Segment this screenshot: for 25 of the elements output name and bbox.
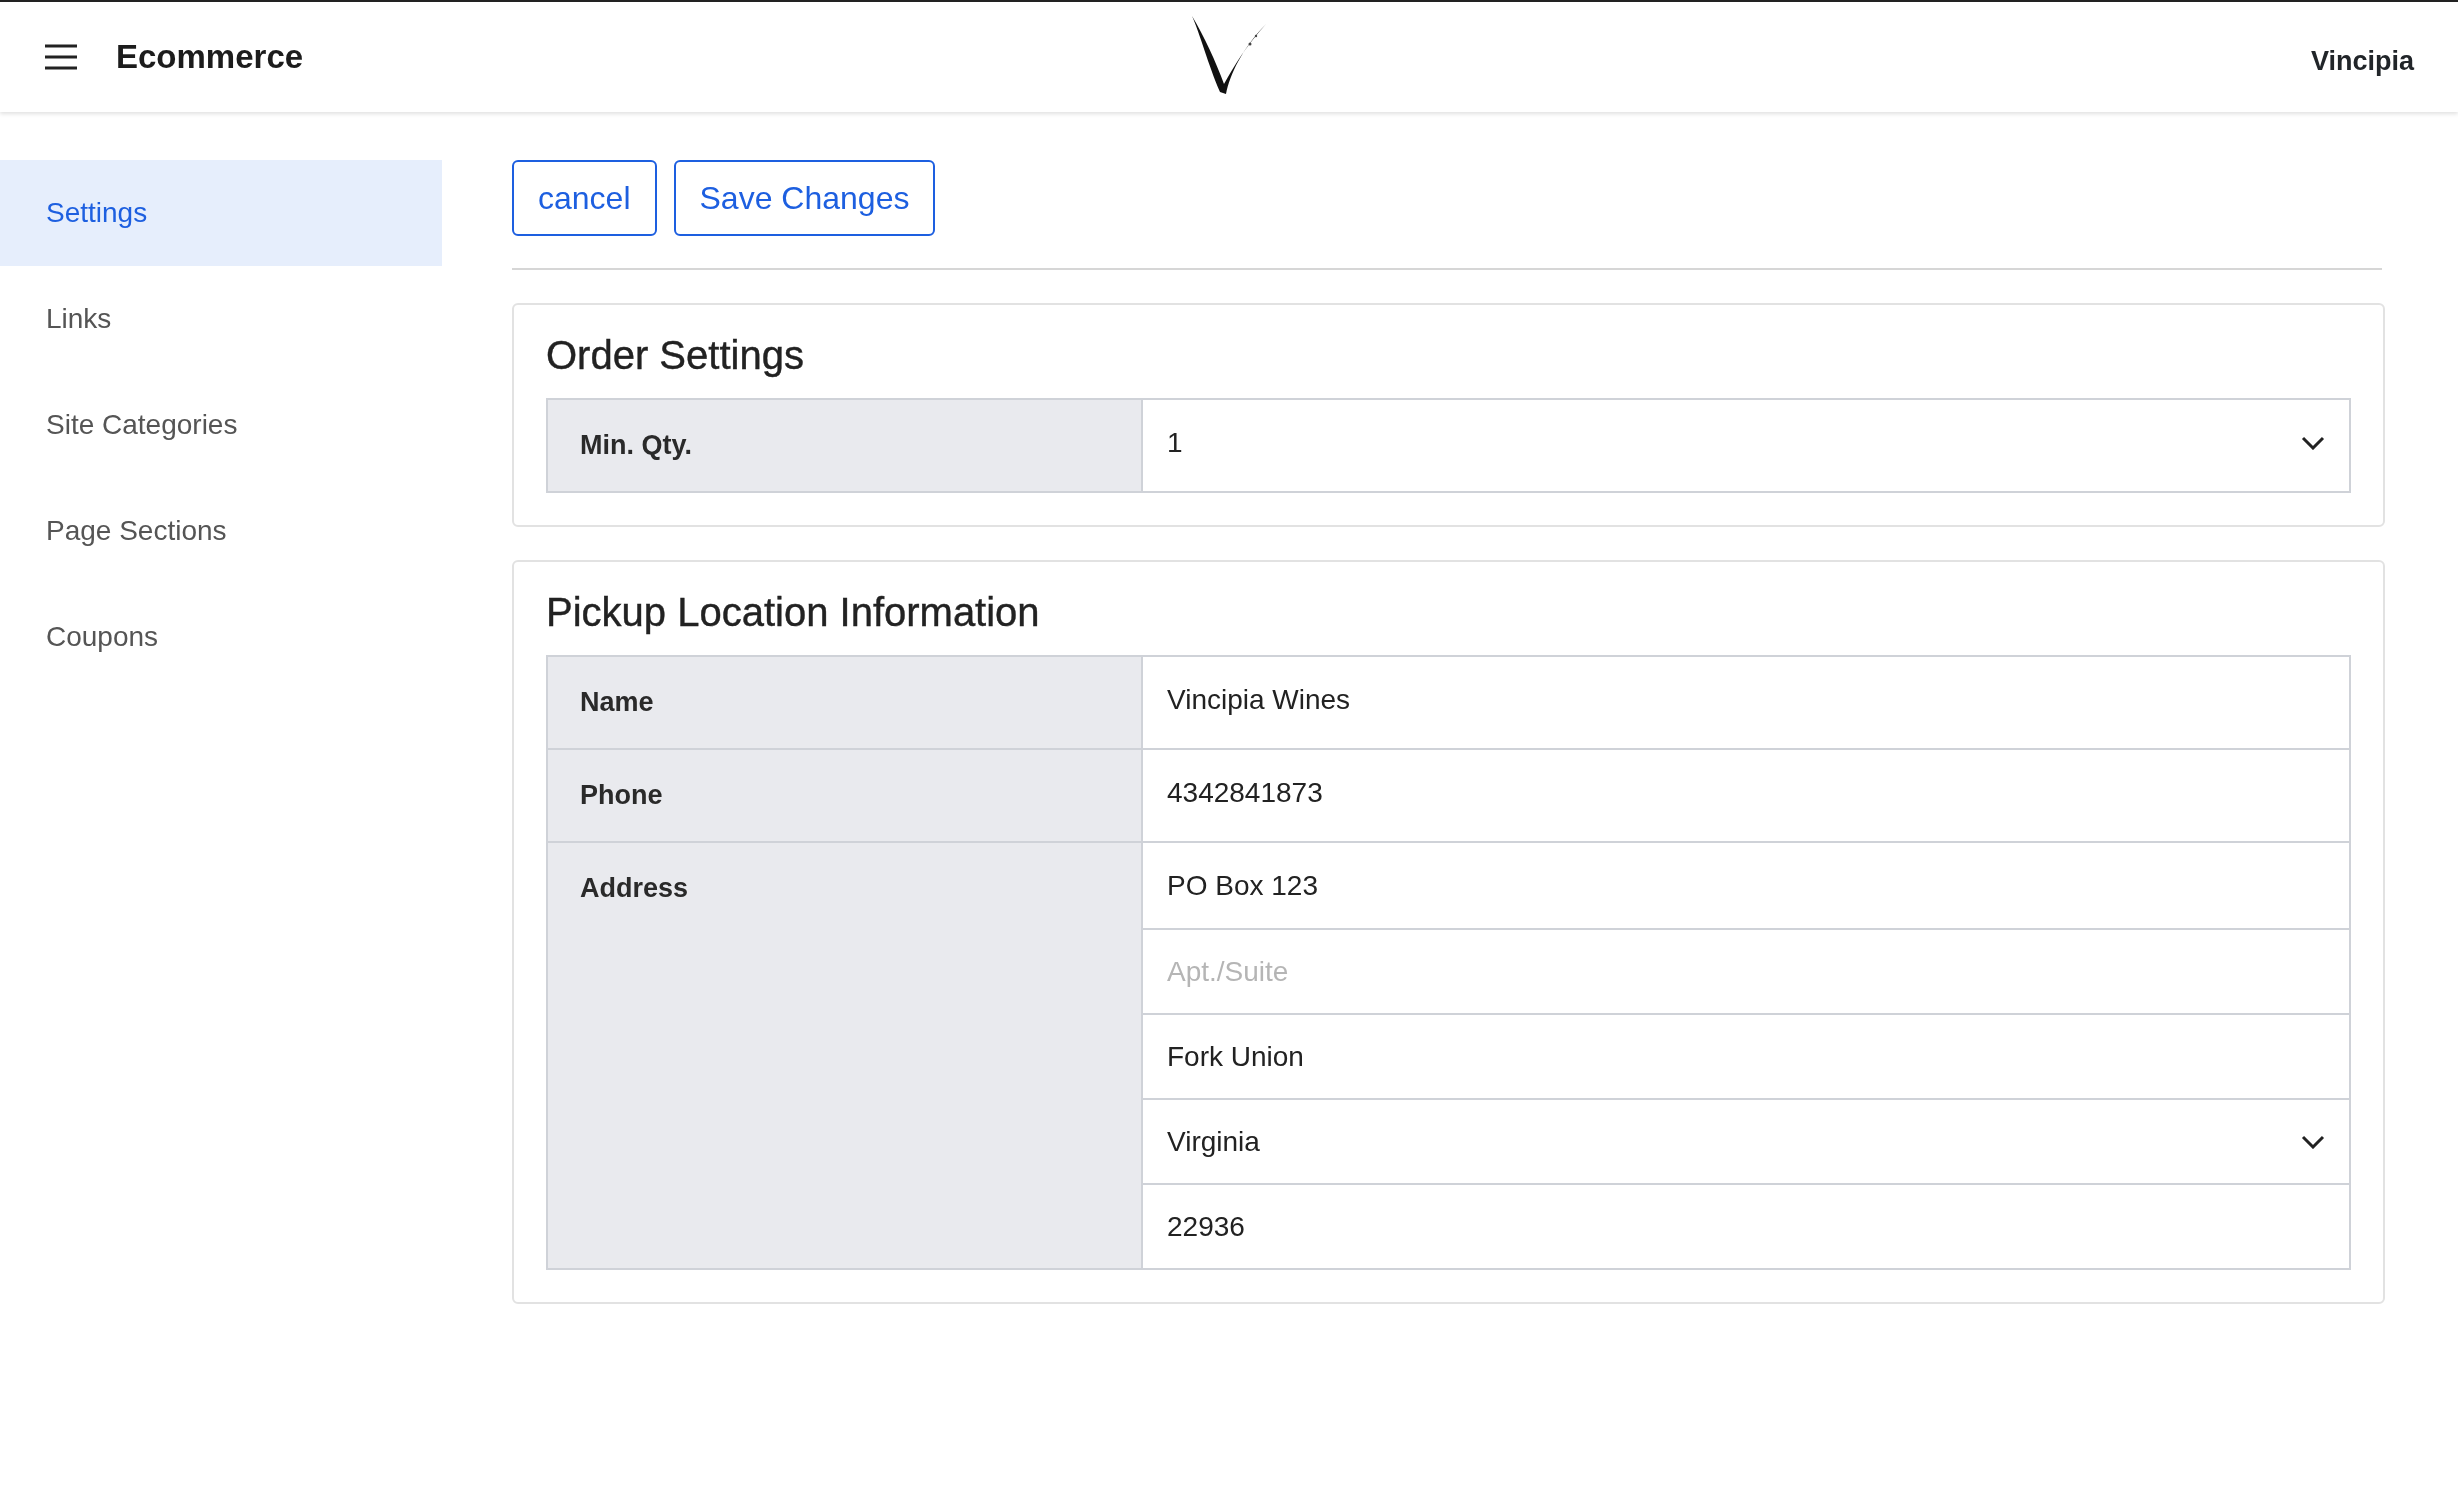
chevron-down-icon — [2301, 1134, 2325, 1149]
chevron-down-icon — [2301, 435, 2325, 450]
menu-icon[interactable] — [44, 43, 78, 71]
input-field[interactable]: 4342841873 — [1143, 750, 2349, 835]
app-title: Ecommerce — [116, 38, 304, 76]
input-field[interactable]: Fork Union — [1143, 1013, 2349, 1098]
input-field[interactable]: Vincipia Wines — [1143, 657, 2349, 742]
sidebar-item[interactable]: Links — [0, 266, 442, 372]
input-field[interactable]: PO Box 123 — [1143, 843, 2349, 928]
cancel-button[interactable]: cancel — [512, 160, 657, 236]
save-button[interactable]: Save Changes — [673, 160, 936, 236]
sidebar-item[interactable]: Site Categories — [0, 372, 442, 478]
field-label: Phone — [548, 750, 1143, 841]
input-field[interactable]: 22936 — [1143, 1183, 2349, 1268]
section-title: Order Settings — [546, 333, 805, 378]
field-label: Address — [548, 843, 1143, 1268]
section-title: Pickup Location Information — [546, 590, 1041, 635]
sidebar-item[interactable]: Coupons — [0, 584, 442, 690]
sidebar-item[interactable]: Settings — [0, 160, 442, 266]
field-label: Min. Qty. — [548, 400, 1143, 491]
select-field[interactable]: 1 — [1143, 400, 2349, 485]
sidebar-item[interactable]: Page Sections — [0, 478, 442, 584]
select-field[interactable]: Virginia — [1143, 1098, 2349, 1183]
user-name: Vincipia — [2309, 45, 2414, 77]
field-label: Name — [548, 657, 1143, 748]
